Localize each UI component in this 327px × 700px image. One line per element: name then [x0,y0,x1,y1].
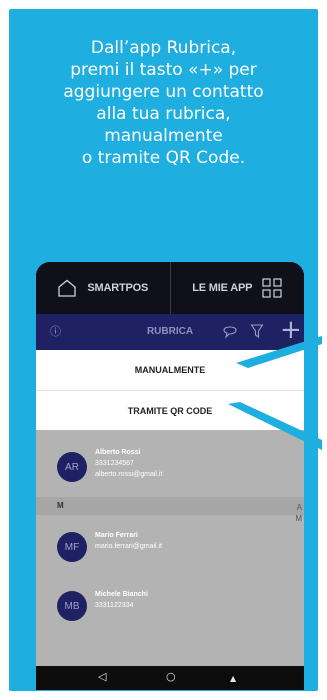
instruction-line: manualmente [104,126,223,146]
option-manually[interactable]: MANUALMENTE [36,350,304,390]
contact-info: Michele Bianchi 3331122334 [95,589,148,611]
tab-le-mie-app[interactable]: LE MIE APP [171,262,305,314]
avatar: MF [57,532,87,562]
grid-icon [262,278,282,298]
alpha-index-m[interactable]: M [295,514,302,523]
back-icon[interactable]: ◁ [98,670,106,684]
add-options-sheet: MANUALMENTE TRAMITE QR CODE [36,350,304,430]
instruction-line: aggiungere un contatto [63,82,264,102]
contact-name: Alberto Rossi [95,449,141,456]
phone-screen: SMARTPOS LE MIE APP ⓘ RUBRICA + MANUALME… [36,262,304,690]
instruction-line: alla tua rubrica, [96,104,231,124]
instruction-text: Dall’app Rubrica, premi il tasto «+» per… [9,37,318,169]
home-circle-icon[interactable]: ○ [166,670,176,684]
option-qr-code[interactable]: TRAMITE QR CODE [36,390,304,431]
list-item[interactable]: AR Alberto Rossi 3331234567 alberto.ross… [36,436,304,496]
recent-apps-icon[interactable]: ▲ [230,672,236,686]
contact-phone: 3331122334 [95,602,134,609]
contact-name: Michele Bianchi [95,591,148,598]
contact-info: Mario Ferrari mario.ferrari@gmail.it [95,530,162,552]
chat-icon[interactable] [222,323,238,343]
list-item[interactable]: MF Mario Ferrari mario.ferrari@gmail.it [36,517,304,577]
list-item[interactable]: MB Michele Bianchi 3331122334 [36,576,304,636]
instruction-line: Dall’app Rubrica, [90,38,237,58]
avatar: MB [57,591,87,621]
tab-smartpos-label: SMARTPOS [87,282,149,294]
contact-email: mario.ferrari@gmail.it [95,543,163,550]
tab-le-mie-app-label: LE MIE APP [192,282,253,294]
contact-info: Alberto Rossi 3331234567 alberto.rossi@g… [95,447,162,480]
instruction-line: o tramite QR Code. [81,148,246,168]
filter-icon[interactable] [250,323,264,343]
add-contact-button[interactable]: + [280,316,302,344]
contact-list: AR Alberto Rossi 3331234567 alberto.ross… [36,430,304,666]
contact-phone: 3331234567 [95,460,134,467]
rubrica-app-bar: ⓘ RUBRICA + [36,314,304,350]
contact-name: Mario Ferrari [95,532,138,539]
contact-email: alberto.rossi@gmail.it [95,471,163,478]
tab-smartpos[interactable]: SMARTPOS [36,262,171,314]
instruction-line: premi il tasto «+» per [70,60,257,80]
section-letter: M [57,501,64,510]
avatar: AR [57,452,87,482]
alpha-index-a[interactable]: A [297,503,302,512]
top-tabs: SMARTPOS LE MIE APP [36,262,304,314]
instruction-card: Dall’app Rubrica, premi il tasto «+» per… [9,9,318,691]
home-icon [57,279,77,297]
section-header: M [36,497,304,515]
android-nav-bar: ◁ ○ ▲ [36,666,304,690]
